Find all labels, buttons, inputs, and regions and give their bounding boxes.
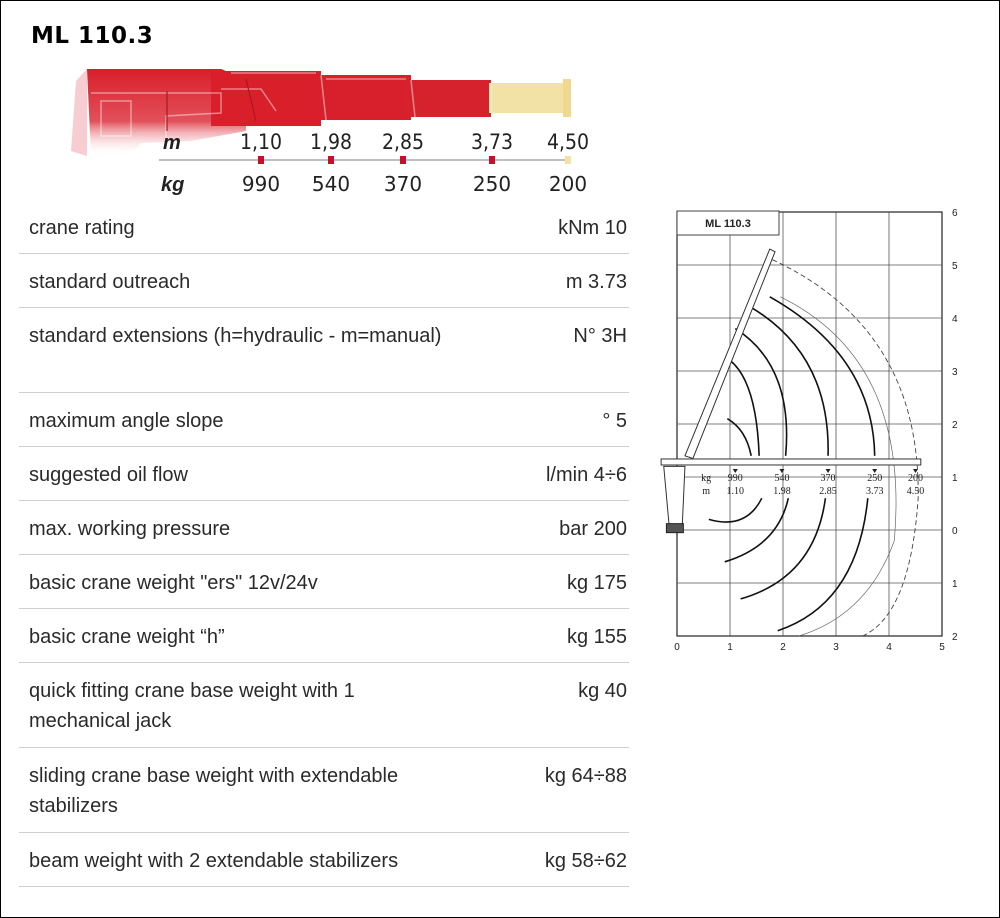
diagram-x-tick: 2	[780, 642, 786, 653]
boom-unit-kg: kg	[161, 174, 184, 196]
datasheet-frame: ML 110.3 m kg 1,10 990 1,98 540 2,85 370…	[0, 0, 1000, 918]
boom-tick-marker	[328, 156, 334, 164]
load-diagram: 0 1 2 3 4 5 6 5 4 3 2 1 0 1 2 ML 110.3 kg m 990 1.10 540 1.…	[660, 208, 958, 653]
boom-tick-marker	[489, 156, 495, 164]
boom-illustration: m kg 1,10 990 1,98 540 2,85 370 3,73 250 4,50 200	[71, 69, 589, 196]
boom-load-label: 250	[473, 172, 511, 196]
diagram-load-m: 1.98	[773, 486, 791, 497]
spec-value: m 3.73	[565, 271, 627, 293]
boom-tick-marker	[258, 156, 264, 164]
spec-table: crane rating kNm 10 standard outreach m 3.7…	[19, 200, 629, 887]
boom-load-label: 990	[242, 172, 280, 196]
diagram-x-tick: 3	[833, 642, 839, 653]
spec-row: suggested oil flow l/min 4÷6	[19, 447, 629, 501]
diagram-load-curve	[769, 296, 876, 456]
diagram-crane-base	[665, 523, 684, 534]
diagram-y-tick: 0	[952, 526, 958, 537]
diagram-y-tick: 1	[952, 473, 958, 484]
boom-extension-manual	[489, 83, 569, 113]
spec-label: quick fitting crane base weight with 1 m…	[29, 680, 355, 732]
diagram-m-label: m	[702, 486, 710, 497]
spec-value: N° 3H	[573, 325, 627, 347]
boom-outreach-label: 3,73	[471, 130, 513, 154]
diagram-kg-label: kg	[701, 473, 711, 484]
spec-value: ° 5	[602, 410, 627, 432]
diagram-y-tick: 3	[952, 367, 958, 378]
spec-row: basic crane weight "ers" 12v/24v kg 175	[19, 555, 629, 609]
spec-row: crane rating kNm 10	[19, 200, 629, 254]
boom-extension-2	[406, 80, 491, 117]
diagram-x-tick: 4	[886, 642, 892, 653]
boom-load-label: 370	[384, 172, 422, 196]
spec-label: standard extensions (h=hydraulic - m=man…	[29, 325, 442, 347]
diagram-load-m: 1.10	[727, 486, 745, 497]
diagram-y-tick: 6	[952, 208, 958, 219]
diagram-y-tick: 5	[952, 261, 958, 272]
boom-outreach-label: 1,98	[310, 130, 352, 154]
diagram-x-tick: 1	[727, 642, 733, 653]
diagram-load-curve	[729, 359, 760, 456]
diagram-y-tick: 2	[952, 632, 958, 643]
diagram-crane-column	[663, 465, 686, 526]
diagram-x-tick: 0	[674, 642, 680, 653]
diagram-y-tick: 2	[952, 420, 958, 431]
diagram-load-curve	[734, 327, 788, 456]
diagram-reach-envelope	[772, 259, 919, 637]
spec-row: standard extensions (h=hydraulic - m=man…	[19, 308, 629, 393]
diagram-x-tick: 5	[939, 642, 945, 653]
spec-value: kg 40	[578, 680, 627, 702]
spec-value: kg 58÷62	[544, 850, 627, 872]
model-title: ML 110.3	[31, 23, 154, 49]
spec-label: suggested oil flow	[29, 464, 188, 486]
diagram-y-tick: 1	[952, 579, 958, 590]
boom-load-label: 540	[312, 172, 350, 196]
spec-value: kg 64÷88	[544, 765, 627, 787]
diagram-load-kg: 990	[728, 473, 743, 484]
spec-value: kNm 10	[558, 217, 627, 239]
boom-outreach-label: 2,85	[382, 130, 424, 154]
diagram-load-kg: 250	[867, 473, 882, 484]
diagram-load-m: 2.85	[819, 486, 837, 497]
spec-label: maximum angle slope	[29, 410, 224, 432]
diagram-grid: 0 1 2 3 4 5 6 5 4 3 2 1 0 1 2	[674, 208, 958, 653]
diagram-load-kg: 540	[774, 473, 789, 484]
spec-row: maximum angle slope ° 5	[19, 393, 629, 447]
diagram-load-curve	[777, 498, 869, 632]
spec-row: max. working pressure bar 200	[19, 501, 629, 555]
spec-label: standard outreach	[29, 271, 191, 293]
diagram-load-curve	[708, 497, 763, 523]
diagram-load-m: 4.50	[907, 486, 925, 497]
spec-label: basic crane weight "ers" 12v/24v	[29, 572, 318, 594]
boom-outreach-label: 1,10	[240, 130, 282, 154]
spec-row: sliding crane base weight with extendabl…	[19, 748, 629, 833]
spec-label: max. working pressure	[29, 518, 231, 540]
spec-value: bar 200	[559, 518, 627, 540]
spec-label: basic crane weight “h”	[29, 626, 225, 648]
boom-main-arm	[211, 71, 321, 126]
diagram-boom-horizontal	[660, 458, 922, 466]
boom-tick-marker	[400, 156, 406, 164]
spec-label: beam weight with 2 extendable stabilizer…	[29, 850, 399, 872]
boom-extension-1	[316, 75, 411, 120]
spec-row: standard outreach m 3.73	[19, 254, 629, 308]
diagram-curves	[708, 259, 919, 637]
spec-row: beam weight with 2 extendable stabilizer…	[19, 833, 629, 887]
diagram-title: ML 110.3	[705, 218, 751, 230]
spec-value: kg 175	[566, 572, 627, 594]
boom-scale-ticks: 1,10 990 1,98 540 2,85 370 3,73 250 4,50 200	[240, 130, 589, 196]
diagram-y-tick: 4	[952, 314, 958, 325]
boom-outreach-label: 4,50	[547, 130, 589, 154]
boom-tick-marker	[565, 156, 571, 164]
spec-row: basic crane weight “h” kg 155	[19, 609, 629, 663]
spec-row: quick fitting crane base weight with 1 m…	[19, 663, 629, 748]
spec-value: kg 155	[566, 626, 627, 648]
boom-load-label: 200	[549, 172, 587, 196]
diagram-load-m: 3.73	[866, 486, 884, 497]
spec-value: l/min 4÷6	[545, 464, 627, 486]
spec-label: sliding crane base weight with extendabl…	[29, 765, 399, 817]
diagram-load-kg: 370	[821, 473, 836, 484]
spec-label: crane rating	[29, 217, 135, 239]
boom-unit-m: m	[163, 132, 181, 154]
diagram-load-kg: 200	[908, 473, 923, 484]
